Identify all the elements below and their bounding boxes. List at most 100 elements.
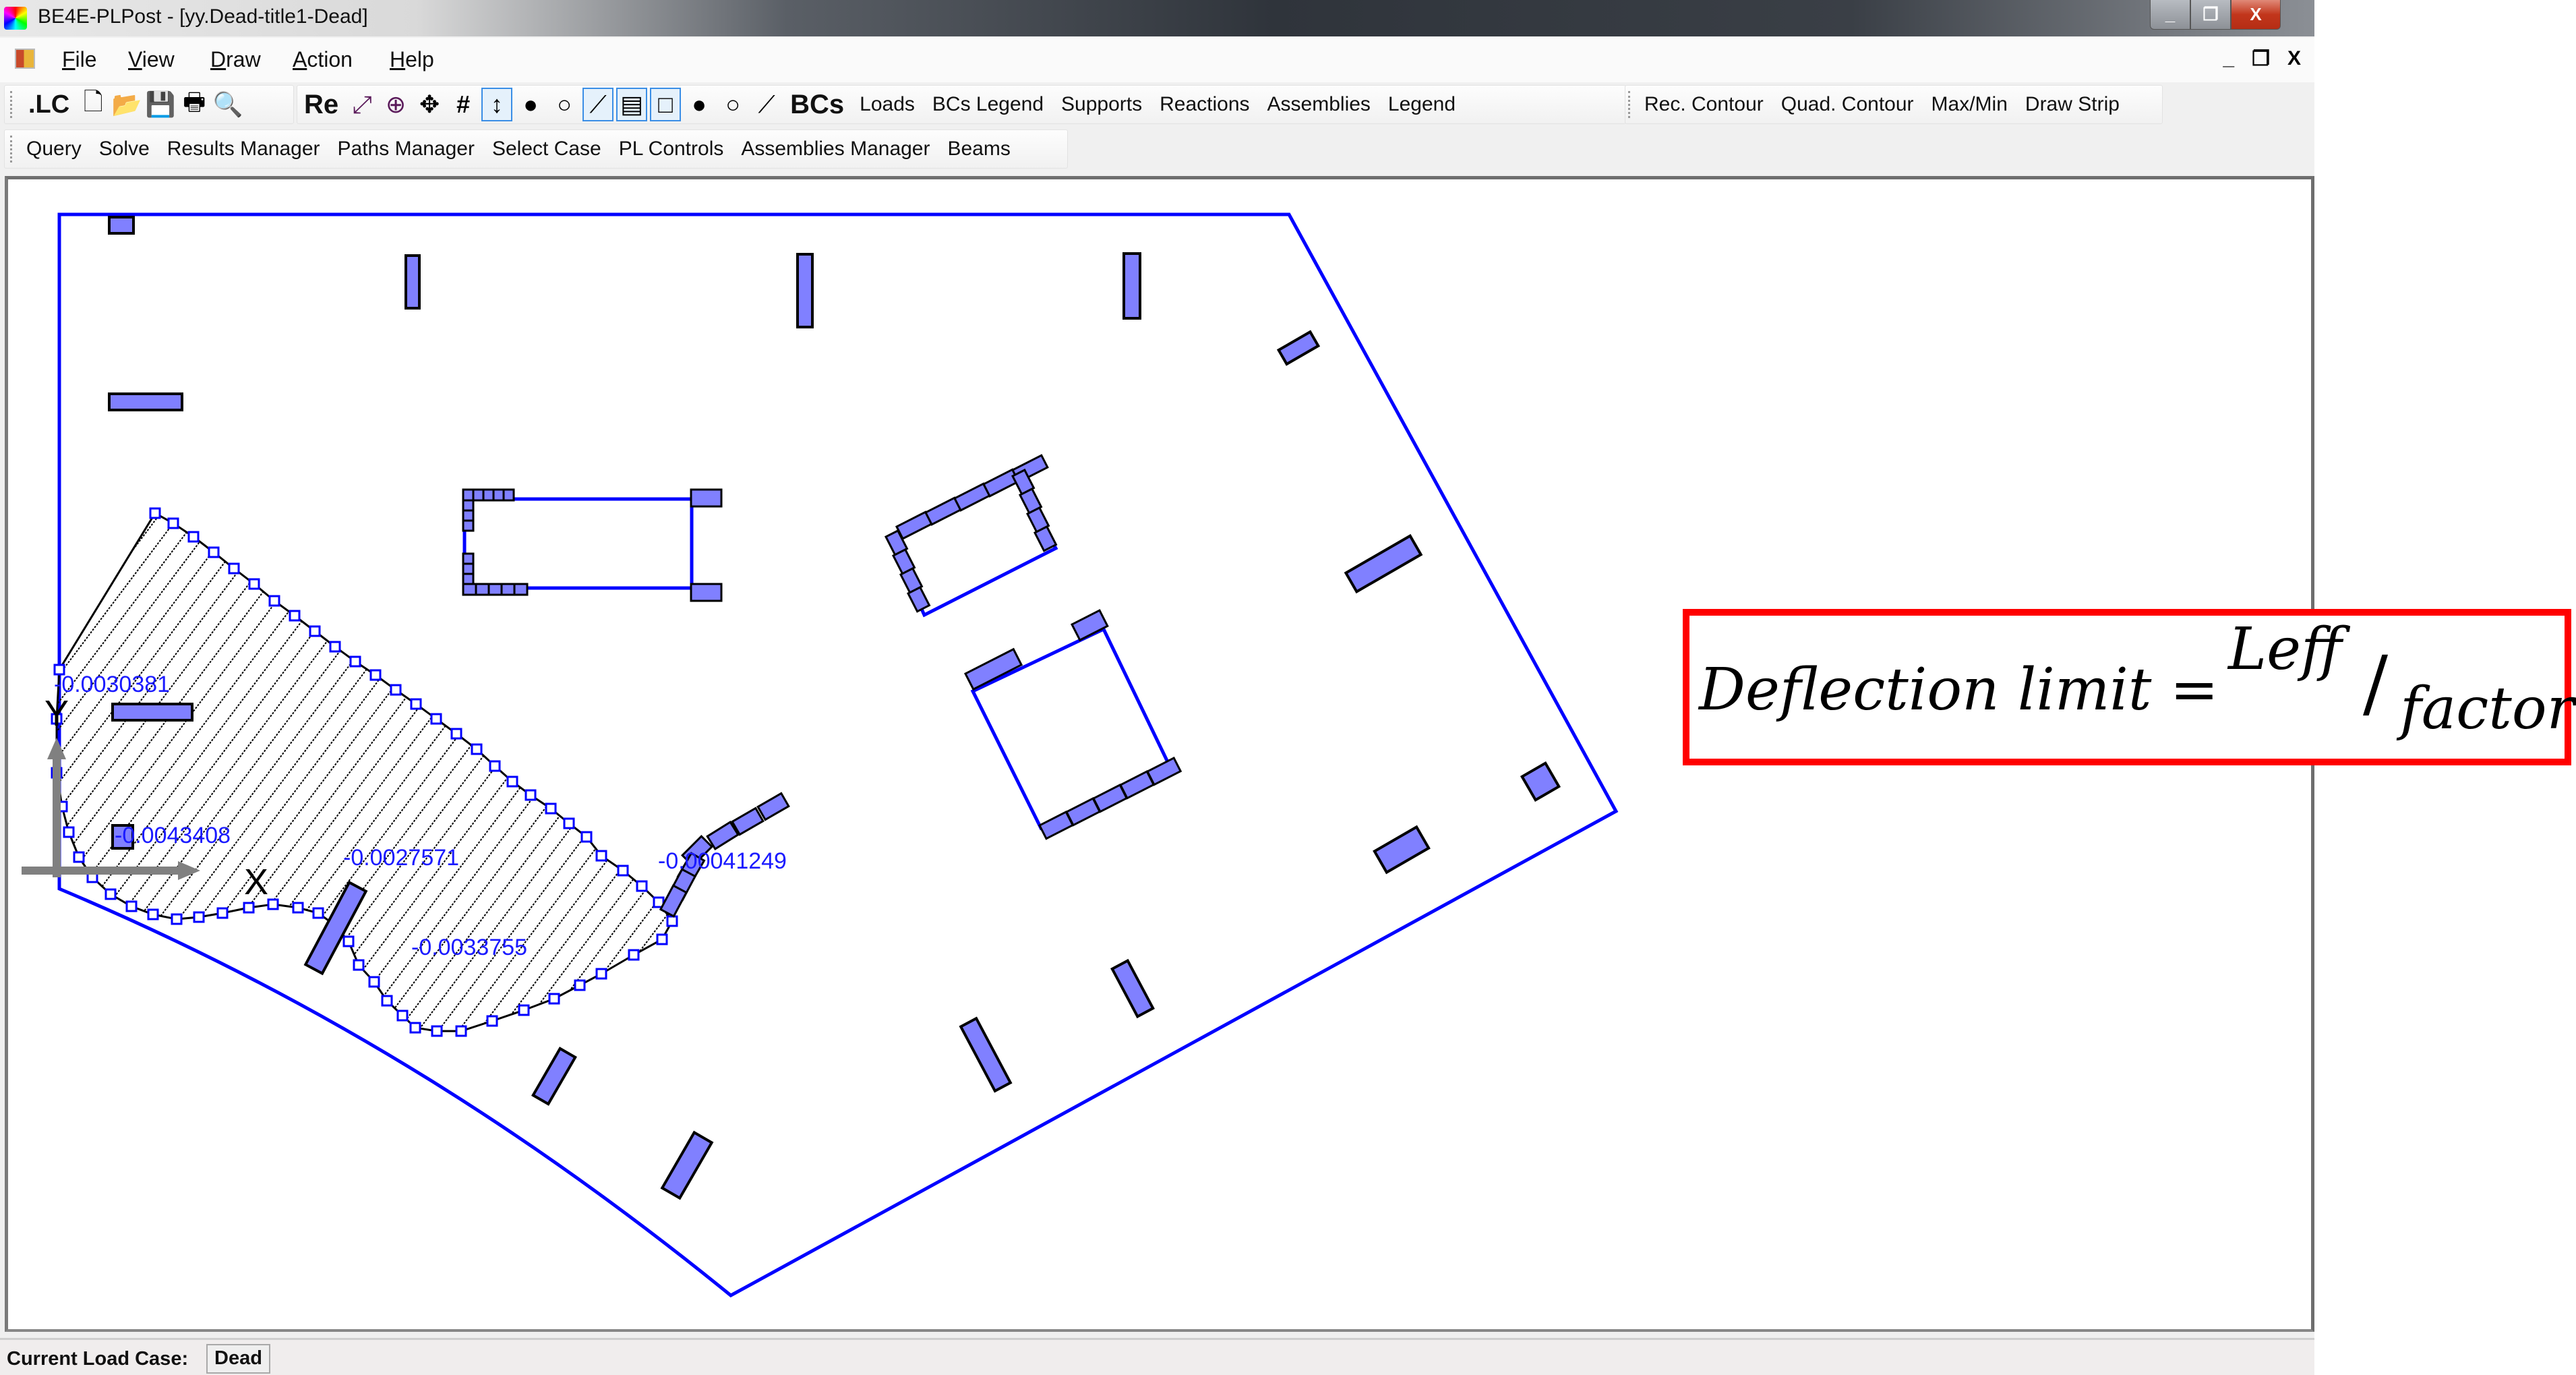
hatch-line bbox=[601, 513, 672, 1031]
menu-action[interactable]: Action bbox=[293, 47, 353, 72]
pan-icon[interactable]: ✥ bbox=[414, 88, 445, 121]
core-wall-1[interactable] bbox=[462, 488, 723, 602]
restore-button[interactable]: ❐ bbox=[2190, 0, 2231, 30]
beams-button[interactable]: Beams bbox=[938, 138, 1019, 160]
toolbar-grip[interactable] bbox=[10, 136, 15, 163]
hatch-line bbox=[641, 513, 672, 1031]
pl-controls-button[interactable]: PL Controls bbox=[610, 138, 733, 160]
bcs-legend-button[interactable]: BCs Legend bbox=[924, 93, 1052, 116]
loads-button[interactable]: Loads bbox=[851, 93, 924, 116]
menu-draw[interactable]: Draw bbox=[210, 47, 261, 72]
quad-contour-button[interactable]: Quad. Contour bbox=[1772, 93, 1923, 116]
hollow-node-icon[interactable]: ○ bbox=[549, 88, 580, 121]
redraw-button[interactable]: Re bbox=[297, 90, 345, 120]
wall-segment bbox=[492, 488, 505, 502]
toolbar-grip[interactable] bbox=[10, 91, 15, 118]
mdi-minimize-button[interactable]: _ bbox=[2223, 47, 2234, 71]
results-manager-button[interactable]: Results Manager bbox=[158, 138, 329, 160]
menu-view[interactable]: View bbox=[128, 47, 175, 72]
file-toolbar: .LC 🗋 📂 💾 🖶 🔍 bbox=[4, 85, 294, 124]
column bbox=[1520, 761, 1561, 802]
hatch-line bbox=[57, 513, 285, 1031]
hollow-node-number-icon[interactable]: ○ bbox=[717, 88, 748, 121]
hatch-line bbox=[864, 483, 1296, 1056]
wall-segment bbox=[690, 488, 723, 508]
wall-segment bbox=[1070, 609, 1109, 642]
max-min-button[interactable]: Max/Min bbox=[1923, 93, 2016, 116]
filled-node-icon[interactable]: ● bbox=[515, 88, 546, 121]
save-icon[interactable]: 💾 bbox=[145, 88, 176, 121]
grid-icon[interactable]: # bbox=[448, 88, 479, 121]
mdi-close-button[interactable]: X bbox=[2287, 47, 2301, 71]
current-load-case-value[interactable]: Dead bbox=[206, 1344, 270, 1374]
column bbox=[1122, 252, 1141, 320]
column bbox=[108, 216, 135, 235]
print-preview-icon[interactable]: 🔍 bbox=[212, 88, 243, 121]
hatch-line bbox=[57, 513, 184, 1031]
filled-node-number-icon[interactable]: ● bbox=[684, 88, 715, 121]
window-controls: _ ❐ X bbox=[2150, 0, 2281, 31]
load-case-button[interactable]: .LC bbox=[22, 90, 76, 119]
deflection-node bbox=[617, 865, 629, 877]
wall-segment bbox=[487, 583, 503, 596]
supports-button[interactable]: Supports bbox=[1052, 93, 1151, 116]
hatch-line bbox=[115, 513, 548, 1031]
menu-help[interactable]: Help bbox=[390, 47, 434, 72]
legend-button[interactable]: Legend bbox=[1379, 93, 1464, 116]
formula-slash: / bbox=[2363, 640, 2389, 726]
minimize-button[interactable]: _ bbox=[2150, 0, 2190, 30]
core-wall-2[interactable] bbox=[884, 454, 1058, 618]
beam-number-icon[interactable]: ⟋ bbox=[751, 88, 782, 121]
column bbox=[531, 1047, 577, 1106]
new-icon[interactable]: 🗋 bbox=[78, 88, 109, 121]
column bbox=[1344, 533, 1423, 594]
open-folder-icon[interactable]: 📂 bbox=[111, 88, 142, 121]
close-button[interactable]: X bbox=[2231, 0, 2281, 30]
wall-segment bbox=[659, 884, 688, 918]
deflection-node bbox=[125, 900, 138, 912]
assemblies-manager-button[interactable]: Assemblies Manager bbox=[732, 138, 938, 160]
slab-hatch-icon[interactable]: ▤ bbox=[616, 88, 648, 121]
deflection-node bbox=[167, 517, 179, 529]
deflection-label[interactable]: -0.0033755 bbox=[411, 935, 527, 960]
deflection-label[interactable]: -0.0043408 bbox=[115, 823, 231, 848]
deflection-node bbox=[289, 610, 301, 622]
deflection-node bbox=[104, 888, 117, 900]
zoom-extents-icon[interactable]: ⤢ bbox=[347, 88, 378, 121]
deflection-node bbox=[73, 851, 85, 863]
beam-select-icon[interactable]: ⟋ bbox=[582, 88, 614, 121]
hatch-line bbox=[621, 513, 672, 1031]
reactions-button[interactable]: Reactions bbox=[1151, 93, 1258, 116]
hatch-line bbox=[57, 513, 245, 1031]
hatch-line bbox=[723, 483, 1154, 1056]
deflection-node bbox=[545, 802, 557, 815]
wall-segment bbox=[906, 585, 931, 613]
print-icon[interactable]: 🖶 bbox=[179, 88, 210, 121]
menu-file[interactable]: File bbox=[62, 47, 97, 72]
draw-strip-button[interactable]: Draw Strip bbox=[2016, 93, 2128, 116]
deflection-node bbox=[216, 907, 229, 919]
toolbar-grip[interactable] bbox=[1628, 91, 1633, 118]
formula-lhs: Deflection limit = bbox=[1699, 656, 2219, 724]
select-case-button[interactable]: Select Case bbox=[483, 138, 610, 160]
core-wall-3[interactable] bbox=[963, 609, 1182, 840]
assemblies-button[interactable]: Assemblies bbox=[1259, 93, 1379, 116]
slab-outline-icon[interactable]: □ bbox=[650, 88, 682, 121]
axis-icon[interactable]: ↕ bbox=[481, 88, 513, 121]
zoom-window-icon[interactable]: ⊕ bbox=[380, 88, 411, 121]
x-axis-label: X bbox=[244, 862, 268, 902]
column bbox=[1276, 330, 1321, 366]
paths-manager-button[interactable]: Paths Manager bbox=[329, 138, 483, 160]
rec-contour-button[interactable]: Rec. Contour bbox=[1636, 93, 1772, 116]
deflection-node bbox=[656, 933, 668, 945]
deflection-label[interactable]: -0.0027571 bbox=[343, 845, 459, 871]
solve-button[interactable]: Solve bbox=[90, 138, 158, 160]
deflection-label[interactable]: -0.0030381 bbox=[54, 672, 170, 697]
document-icon[interactable] bbox=[15, 49, 35, 69]
wall-segment bbox=[513, 583, 529, 596]
query-button[interactable]: Query bbox=[18, 138, 90, 160]
slab-outline[interactable] bbox=[57, 212, 1619, 1297]
mdi-restore-button[interactable]: ❐ bbox=[2252, 47, 2270, 71]
bcs-button[interactable]: BCs bbox=[783, 90, 851, 120]
deflection-label[interactable]: -0.00041249 bbox=[658, 848, 787, 874]
